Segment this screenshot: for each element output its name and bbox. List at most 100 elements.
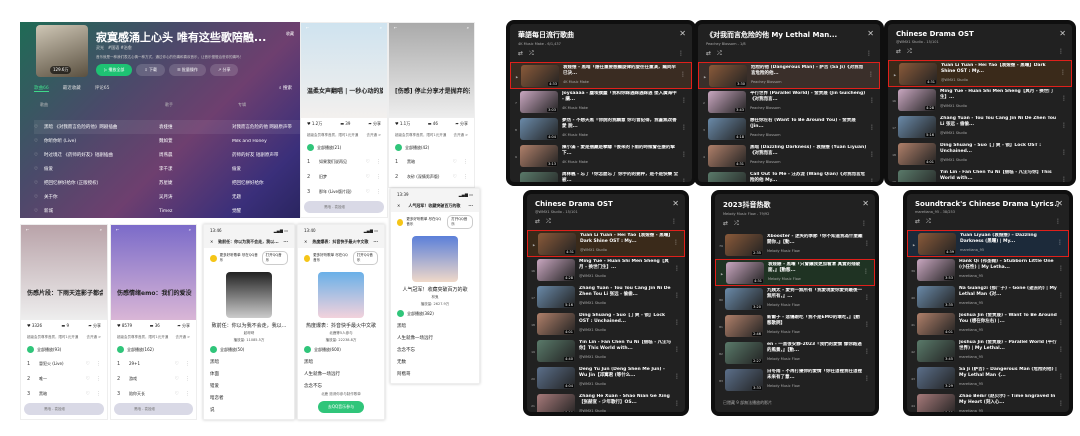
playlist-video-item[interactable]: ▶ 4:31 Yuan Li Yuan - Hei Yao【袁娅维 - 黑曜】Dar… [527, 230, 685, 257]
more-options-icon[interactable]: ⋮ [1057, 367, 1065, 380]
playlist-video-item[interactable]: 103:40周林楓 - 忘了『你怎麼忘了 你手的的要秤，是不是快樂 全被...4… [510, 170, 692, 182]
song-row[interactable]: ♡ 新城 Timez 觉醒 [34, 204, 300, 218]
song-album[interactable]: 药师的好友 短剧原声带 [232, 152, 300, 158]
more-icon[interactable]: ⋮ [866, 50, 872, 58]
more-icon[interactable]: ⋮ [185, 361, 190, 367]
playlist-video-item[interactable]: ▶ 4:31 袁娅維 - 黑曜『只會讓我更加看清 真實的殘破面，』【動態... Mel… [715, 259, 875, 286]
song-item[interactable]: 错爱 [204, 380, 294, 392]
back-icon[interactable]: ← [394, 25, 397, 30]
song-item[interactable]: 念念不忘 [391, 344, 479, 356]
video-thumbnail[interactable]: 4:01 [537, 313, 575, 335]
video-thumbnail[interactable]: 3:50 [537, 394, 575, 412]
heart-icon[interactable]: ♡ [86, 376, 90, 382]
video-title[interactable]: Deng Yu Jun (Deng Shen Me Jun) - Wu Jin【… [579, 367, 673, 379]
video-title[interactable]: Ming Yue - Huan Shi Men Sheng【冥月 - 换世门生】… [940, 89, 1060, 101]
open-app-button[interactable]: 打开QQ音乐 [447, 215, 473, 229]
video-thumbnail[interactable]: 3:20 [725, 288, 763, 310]
shuffle-icon[interactable]: ⤮ [907, 48, 912, 56]
more-icon[interactable]: ⋮ [96, 391, 101, 397]
more-options-icon[interactable]: ⋮ [863, 234, 871, 247]
song-row[interactable]: ♡ 把回忆拼好给你 (正版授权) 苏星婕 把回忆拼好给你 [34, 176, 300, 190]
heart-icon[interactable]: ♡ [34, 153, 44, 158]
song-item[interactable]: 体面 [204, 368, 294, 380]
close-icon[interactable]: ✕ [867, 29, 874, 38]
video-title[interactable]: Joshua Jin (金贵晟) – Want To Be Around You… [959, 313, 1057, 325]
more-options-icon[interactable]: ⋮ [1057, 340, 1065, 353]
back-icon[interactable]: ← [306, 25, 309, 30]
play-all-button[interactable]: 全部播放(42) [389, 141, 474, 154]
more-icon[interactable]: ⋮ [376, 174, 381, 180]
video-title[interactable]: 新爾子 - 悲傷跟吃『我不是EMO的壞吃，』【動態歌詞】 [767, 315, 863, 327]
video-title[interactable]: Zhang Yuan - Tou Tou Cang Jin Ni De Zhen… [940, 116, 1060, 128]
playlist-video-item[interactable]: ▶ 4:33 袁娅维 - 黑暗『誰在重要感觸旋律的旋往在重演，緘同早已決... 4K … [510, 62, 692, 89]
playlist-video-item[interactable]: 43 3:29 Sa Ji (萨吉) – Dangerous Man (危险的他) … [907, 365, 1069, 392]
song-title[interactable]: 新城 [44, 208, 159, 214]
video-channel[interactable]: 4K Music Make [562, 106, 588, 110]
play-all-button[interactable]: 全部播放(162) [111, 343, 196, 356]
video-thumbnail[interactable]: 4:18 [708, 118, 746, 140]
heart-icon[interactable]: ♡ [86, 361, 90, 367]
vip-open-button[interactable]: 去开通 > [86, 335, 101, 340]
playlist-video-item[interactable]: ▶ 4:39 Yuan Liyuan (袁娅维) – Dazzling Darkne… [907, 230, 1069, 257]
video-title[interactable]: Hank Qi (祁圣翰) – Stubborn Little One (小任性… [959, 259, 1057, 271]
song-row[interactable]: ♡ 偷爱 李千漾 偷爱 [34, 162, 300, 176]
song-artist[interactable]: Timez [159, 209, 232, 214]
more-icon[interactable]: ⋮ [671, 218, 677, 226]
video-thumbnail[interactable]: 4:28 [537, 259, 575, 281]
song-item[interactable]: 5黑暗♡⋮ [301, 214, 387, 217]
video-title[interactable]: Yin Lin - Fan Chen Yu Ni【银临 - 凡尘与你】This … [940, 170, 1060, 182]
song-row[interactable]: ♡ 时过境迁 《药师的好友》短剧插曲 周燕晨 药师的好友 短剧原声带 [34, 148, 300, 162]
video-thumbnail[interactable]: 5:16 [537, 286, 575, 308]
video-title[interactable]: Zhao BeiEr (赵贝尔) – Time Engraved In My H… [959, 394, 1057, 406]
loop-icon[interactable]: ⇄ [535, 218, 540, 226]
video-channel[interactable]: Peachey Blossom [751, 80, 781, 84]
back-icon[interactable]: ← [116, 227, 119, 232]
video-channel[interactable]: 4K Music Make [563, 80, 589, 84]
tab-songs[interactable]: 歌曲66 [34, 85, 49, 92]
loop-icon[interactable]: ⇄ [915, 218, 920, 226]
header-album[interactable]: 专辑 [238, 102, 246, 108]
video-thumbnail[interactable]: 3:33 [725, 369, 763, 391]
song-item[interactable]: 5哪里都是你♡⋮ [111, 416, 196, 419]
share-button[interactable]: ➦ 分享 [88, 323, 101, 329]
playlist-video-item[interactable]: 194:40 Yin Lin - Fan Chen Yu Ni【银临 - 凡尘与你… [888, 168, 1072, 182]
video-title[interactable]: Joshua Jin (金贵晟) – Parallel World (平行世界)… [959, 340, 1057, 352]
more-options-icon[interactable]: ⋮ [1060, 170, 1068, 182]
video-channel[interactable]: Peachey Blossom [750, 133, 780, 137]
playlist-video-item[interactable]: 18 4:01 Ding Shuang - Suo【丁爽 - 锁】Lock OST … [527, 311, 685, 338]
more-options-icon[interactable]: ⋮ [1057, 259, 1065, 272]
song-item[interactable]: 1 黑暗 ♡ ⋮ [389, 154, 474, 169]
heart-icon[interactable]: ♡ [34, 181, 44, 186]
more-options-icon[interactable]: ⋮ [673, 394, 681, 407]
more-options-icon[interactable]: ⋮ [673, 340, 681, 353]
shuffle-icon[interactable]: ⤮ [926, 218, 931, 226]
heart-icon[interactable]: ♡ [34, 167, 44, 172]
song-item[interactable]: 2 旧梦 ♡ ⋮ [301, 169, 387, 184]
shuffle-icon[interactable]: ⤮ [546, 218, 551, 226]
more-options-icon[interactable]: ⋮ [868, 91, 876, 104]
video-channel[interactable]: maretiana_95 [959, 382, 983, 386]
video-thumbnail[interactable]: 3:22 [708, 172, 746, 182]
song-row[interactable]: ♡ 黑暗 《对我而言危险的他》网剧插曲 袁娅维 对我而言危险的他 网剧原声带 [34, 120, 300, 134]
video-title[interactable]: Yin Lin - Fan Chen Yu Ni【银临 - 凡尘与你】This … [579, 340, 673, 352]
playlist-video-item[interactable]: 82 2:27 en - 一直很安靜-2023『我們的愛情 像你路過的風景，』【動.… [715, 340, 875, 367]
header-song[interactable]: 歌曲 [40, 102, 165, 108]
more-options-icon[interactable]: ⋮ [1057, 286, 1065, 299]
video-channel[interactable]: maretiana_95 [959, 328, 983, 332]
download-button[interactable]: ⇩ 下载 [136, 64, 165, 76]
song-item[interactable]: 黑暗 [298, 356, 384, 368]
song-item[interactable]: 说 [204, 404, 294, 416]
more-options-icon[interactable]: ⋮ [680, 118, 688, 131]
video-title[interactable]: 平行世界 (Parallel World) - 金贵晟 (Jin Guichen… [750, 91, 868, 103]
video-title[interactable]: 危险的他 (Dangerous Man) - 萨吉 (Sa Ji)《对我而言危险… [751, 65, 867, 77]
heart-icon[interactable]: ♡ [175, 361, 179, 367]
loop-icon[interactable]: ⇄ [723, 220, 728, 228]
play-all-button[interactable]: 全部播放(50) [204, 343, 294, 356]
video-thumbnail[interactable]: 3:29 [917, 367, 955, 389]
video-channel[interactable]: @WMX1 Studio [579, 409, 606, 412]
playlist-video-item[interactable]: 42 3:45 Joshua Jin (金贵晟) – Parallel World … [907, 338, 1069, 365]
video-channel[interactable]: @WMX1 Studio [579, 382, 606, 386]
video-title[interactable]: 周林楓 - 忘了『你怎麼忘了 你手的的要秤，是不是快樂 全被... [562, 172, 680, 182]
more-options-icon[interactable]: ⋮ [672, 233, 680, 246]
song-album[interactable]: Milk and Honey [232, 139, 300, 144]
